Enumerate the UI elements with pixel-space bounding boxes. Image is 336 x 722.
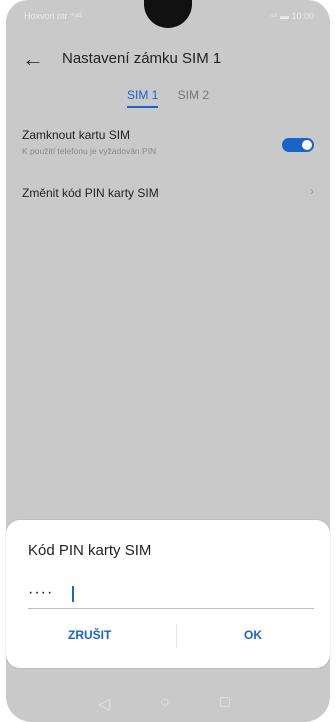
status-right: ⁴⁵ ▬ 10:00 (269, 11, 314, 21)
sim-tabs: SIM 1 SIM 2 (6, 88, 330, 114)
nav-recent-icon[interactable]: □ (220, 694, 230, 712)
pin-dots: ···· (28, 584, 54, 601)
dialog-title: Kód PIN karty SIM (28, 542, 152, 559)
button-divider (176, 624, 177, 648)
lock-sim-description: K použití telefonu je vyžadován PIN (22, 146, 157, 156)
navigation-bar: ◁ ○ □ (6, 686, 330, 722)
pin-input[interactable]: ···· (28, 578, 314, 609)
cancel-button[interactable]: ZRUŠIT (68, 628, 111, 642)
carrier-text: Hoxvon ntr ⁺ᵃᵈ (24, 11, 82, 21)
nav-home-icon[interactable]: ○ (160, 694, 170, 712)
text-caret (72, 586, 74, 602)
back-arrow-icon[interactable]: ← (22, 48, 44, 70)
ok-button[interactable]: OK (244, 628, 262, 642)
change-pin-label: Změnit kód PIN karty SIM (22, 186, 159, 200)
lock-sim-row[interactable]: Zamknout kartu SIM K použití telefonu je… (6, 128, 330, 172)
tab-sim-1[interactable]: SIM 1 (126, 88, 159, 108)
nav-back-icon[interactable]: ◁ (98, 694, 110, 714)
page-title: Nastavení zámku SIM 1 (62, 50, 222, 67)
app-bar: ← Nastavení zámku SIM 1 (6, 40, 330, 80)
lock-sim-toggle[interactable] (282, 138, 314, 152)
change-pin-row[interactable]: Změnit kód PIN karty SIM › (6, 184, 330, 214)
tab-sim-2[interactable]: SIM 2 (178, 88, 209, 106)
chevron-right-icon: › (310, 184, 314, 198)
toggle-knob (302, 140, 312, 150)
lock-sim-label: Zamknout kartu SIM (22, 128, 131, 142)
pin-dialog: Kód PIN karty SIM ···· ZRUŠIT OK (6, 520, 330, 668)
